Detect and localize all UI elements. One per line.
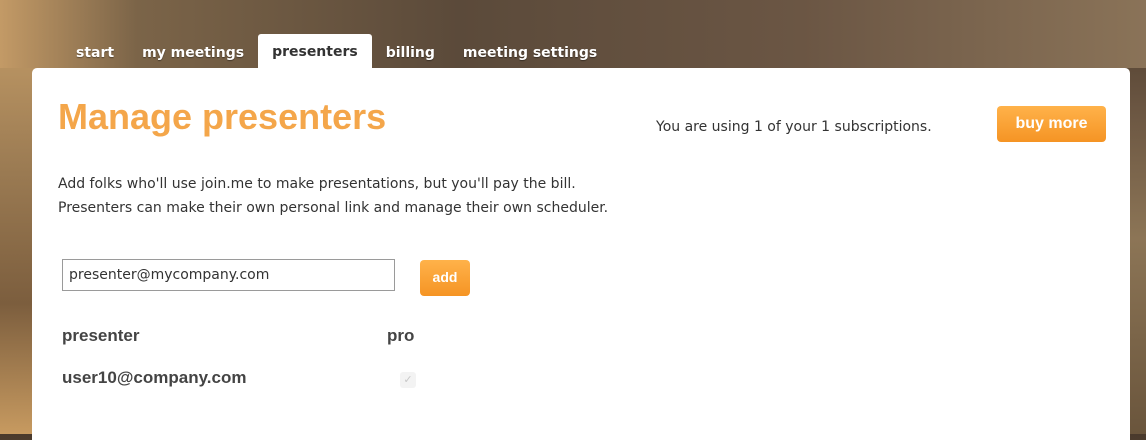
content-panel: Manage presenters You are using 1 of you… [32,68,1130,440]
description-line-1: Add folks who'll use join.me to make pre… [58,176,576,192]
column-header-presenter: presenter [62,326,140,345]
pro-checkbox[interactable]: ✓ [400,372,416,388]
buy-more-button[interactable]: buy more [997,106,1106,142]
tab-my-meetings[interactable]: my meetings [128,38,258,68]
tab-presenters[interactable]: presenters [258,34,372,68]
check-icon: ✓ [403,373,413,386]
subscription-note: You are using 1 of your 1 subscriptions. [656,119,932,135]
tab-start[interactable]: start [62,38,128,68]
tab-billing[interactable]: billing [372,38,449,68]
presenter-email-input[interactable] [62,259,395,291]
description-line-2: Presenters can make their own personal l… [58,200,609,216]
column-header-pro: pro [387,326,415,345]
add-button[interactable]: add [420,260,470,296]
tab-meeting-settings[interactable]: meeting settings [449,38,611,68]
top-nav: start my meetings presenters billing mee… [62,34,611,68]
description: Add folks who'll use join.me to make pre… [58,172,608,220]
presenter-row-email: user10@company.com [62,368,247,387]
page-title: Manage presenters [58,96,387,137]
